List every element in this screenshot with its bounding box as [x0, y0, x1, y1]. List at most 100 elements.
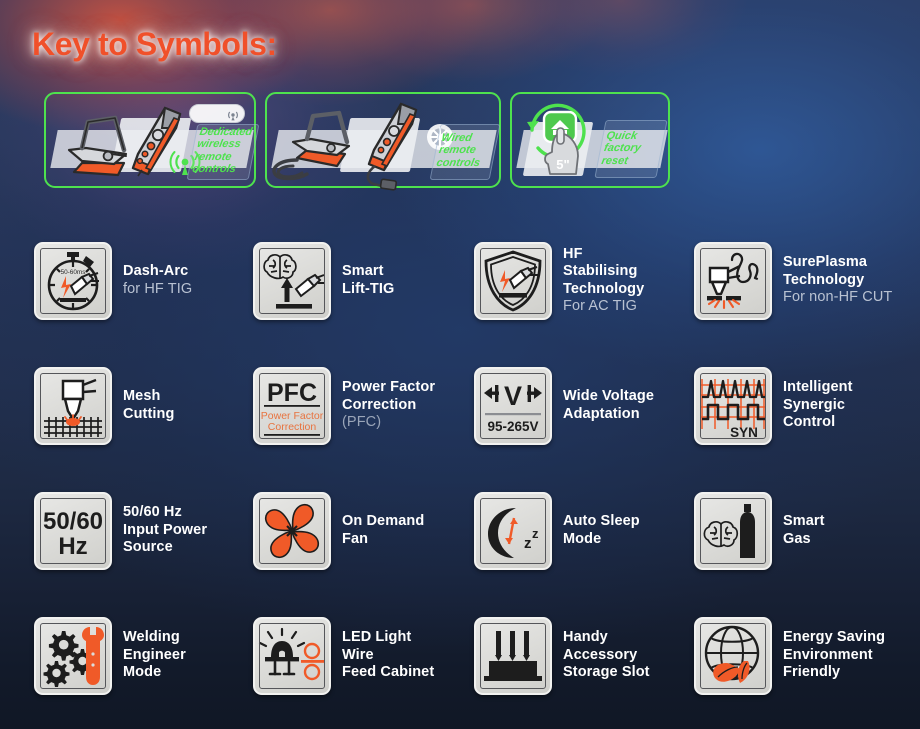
feature-line2-suffix: (PFC): [342, 414, 382, 431]
frequency-unit-text: Hz: [58, 533, 87, 560]
feature-labels: LED Light Wire Feed Cabinet: [342, 629, 440, 682]
feature-line1: Handy: [563, 629, 608, 646]
feature-line2: Adaptation: [563, 405, 640, 422]
feature-labels: Intelligent Synergic Control: [783, 379, 853, 432]
feature-power-factor-correction[interactable]: PFC Power Factor Correction Power Factor…: [220, 343, 440, 468]
feature-line1: LED Light Wire: [342, 629, 412, 663]
factory-reset-press-icon: 5": [527, 103, 586, 175]
key-to-symbols-page: Key to Symbols: Dedicated wireless remot…: [0, 0, 920, 729]
feature-labels: Welding Engineer Mode: [123, 629, 186, 682]
feature-accessory-storage-slot[interactable]: Handy Accessory Storage Slot: [440, 593, 660, 718]
feature-labels: Mesh Cutting: [123, 388, 174, 423]
feature-line3: Source: [123, 539, 173, 556]
feature-line2: Input Power: [123, 521, 208, 538]
panel-quick-factory-reset[interactable]: 5" Quick factory reset: [510, 92, 670, 188]
pfc-abbrev-text: PFC: [267, 379, 317, 407]
remote-control-panels: Dedicated wireless remote controls Wired…: [44, 92, 670, 191]
feature-line2: Lift-TIG: [342, 280, 395, 297]
feature-line3: Mode: [123, 664, 162, 681]
feature-intelligent-synergic-control[interactable]: SYN Intelligent Synergic Control: [660, 343, 900, 468]
feature-line1: Mesh: [123, 388, 161, 404]
feature-labels: Smart Gas: [783, 513, 825, 548]
feature-line2-wrap: Correction (PFC): [342, 397, 440, 432]
feature-row: 50/60 Hz 50/60 Hz Input Power Source On …: [0, 468, 920, 593]
sleep-z-tiny: z: [532, 526, 539, 541]
feature-labels: Dash-Arc for HF TIG: [123, 263, 192, 298]
feature-line2: Feed Cabinet: [342, 664, 435, 681]
feature-hf-stabilising-technology[interactable]: HF Stabilising Technology For AC TIG: [440, 218, 660, 343]
feature-line1: Dash-Arc: [123, 263, 189, 279]
syn-label-text: SYN: [730, 425, 758, 440]
feature-line1: Auto Sleep: [563, 513, 640, 529]
feature-welding-engineer-mode[interactable]: Welding Engineer Mode: [0, 593, 220, 718]
feature-line1: Smart: [342, 263, 384, 279]
feature-line3: Storage Slot: [563, 664, 650, 681]
feature-line1: Intelligent: [783, 379, 853, 396]
feature-labels: Power Factor Correction (PFC): [342, 379, 440, 432]
feature-line1: Welding: [123, 629, 180, 646]
feature-line1: Power Factor: [342, 379, 436, 396]
feature-line3: For non-HF CUT: [783, 289, 893, 306]
feature-line2: Correction: [342, 396, 417, 413]
feature-on-demand-fan[interactable]: On Demand Fan: [220, 468, 440, 593]
feature-labels: Auto Sleep Mode: [563, 513, 640, 548]
frequency-value-text: 50/60: [43, 508, 103, 535]
feature-dash-arc[interactable]: 50-60ms Dash-Arc for HF TIG: [0, 218, 220, 343]
feature-line2: Gas: [783, 530, 811, 547]
frequency-icon: 50/60 Hz: [34, 491, 112, 570]
feature-line1: Smart: [783, 513, 825, 529]
feature-row: Welding Engineer Mode LED Light Wire Fee…: [0, 593, 920, 718]
feature-labels: SurePlasma Technology For non-HF CUT: [783, 254, 892, 307]
panel-wired-remote-controls[interactable]: Wired remote controls: [265, 92, 501, 191]
hold-duration-text: 5": [556, 157, 569, 172]
feature-line1: Wide Voltage: [563, 388, 655, 404]
feature-line2: Mode: [563, 530, 602, 547]
feature-line1: HF Stabilising: [563, 245, 638, 280]
sleep-z-small: z: [524, 535, 532, 552]
wired-pedal-device-icon: [272, 110, 351, 181]
gears-wrench-icon: [34, 616, 112, 695]
wireless-pill-badge: [189, 104, 245, 123]
feature-labels: HF Stabilising Technology For AC TIG: [563, 246, 660, 316]
moon-sleep-icon: z z: [474, 491, 552, 570]
feature-line2: Engineer: [123, 646, 186, 663]
wide-voltage-icon: V 95-265V: [474, 366, 552, 445]
pfc-icon: PFC Power Factor Correction: [253, 366, 331, 445]
feature-line2: Accessory: [563, 646, 638, 663]
feature-line1: On Demand: [342, 513, 425, 529]
feature-energy-saving-environment-friendly[interactable]: Energy Saving Environment Friendly: [660, 593, 900, 718]
panel-caption-wired-remote: Wired remote controls: [435, 132, 482, 169]
feature-auto-sleep-mode[interactable]: z z Auto Sleep Mode: [440, 468, 660, 593]
feature-line2: Environment: [783, 646, 873, 663]
feature-smart-lift-tig[interactable]: Smart Lift-TIG: [220, 218, 440, 343]
feature-line2: Synergic: [783, 396, 846, 413]
feature-grid: 50-60ms Dash-Arc for HF TIG Smart Lift-T…: [0, 218, 920, 718]
feature-wide-voltage-adaptation[interactable]: V 95-265V Wide Voltage Adaptation: [440, 343, 660, 468]
feature-line2: Technology: [563, 280, 645, 297]
panel-caption-dedicated-wireless: Dedicated wireless remote controls: [191, 126, 254, 176]
shield-torch-icon: [474, 241, 552, 320]
feature-labels: Wide Voltage Adaptation: [563, 388, 654, 423]
feature-led-light-wire-feed-cabinet[interactable]: LED Light Wire Feed Cabinet: [220, 593, 440, 718]
panel-dedicated-wireless-remote-controls[interactable]: Dedicated wireless remote controls: [44, 92, 260, 188]
feature-line2: for HF TIG: [123, 280, 193, 297]
globe-leaf-icon: [694, 616, 772, 695]
stopwatch-torch-icon: 50-60ms: [34, 241, 112, 320]
brain-lift-torch-icon: [253, 241, 331, 320]
feature-smart-gas[interactable]: Smart Gas: [660, 468, 900, 593]
feature-labels: 50/60 Hz Input Power Source: [123, 504, 207, 557]
feature-line2: Fan: [342, 530, 369, 547]
feature-labels: Handy Accessory Storage Slot: [563, 629, 650, 682]
title-container: Key to Symbols:: [32, 26, 277, 63]
feature-mesh-cutting[interactable]: Mesh Cutting: [0, 343, 220, 468]
feature-sureplasma-technology[interactable]: SurePlasma Technology For non-HF CUT: [660, 218, 900, 343]
feature-line3: Control: [783, 414, 836, 431]
feature-labels: Smart Lift-TIG: [342, 263, 394, 298]
brain-gas-bottle-icon: [694, 491, 772, 570]
page-title: Key to Symbols:: [32, 26, 277, 62]
feature-line3: For AC TIG: [563, 298, 638, 314]
accessory-storage-slot-icon: [474, 616, 552, 695]
feature-row: Mesh Cutting PFC Power Factor Correction…: [0, 343, 920, 468]
feature-input-power-source[interactable]: 50/60 Hz 50/60 Hz Input Power Source: [0, 468, 220, 593]
plasma-waveform-icon: [694, 241, 772, 320]
